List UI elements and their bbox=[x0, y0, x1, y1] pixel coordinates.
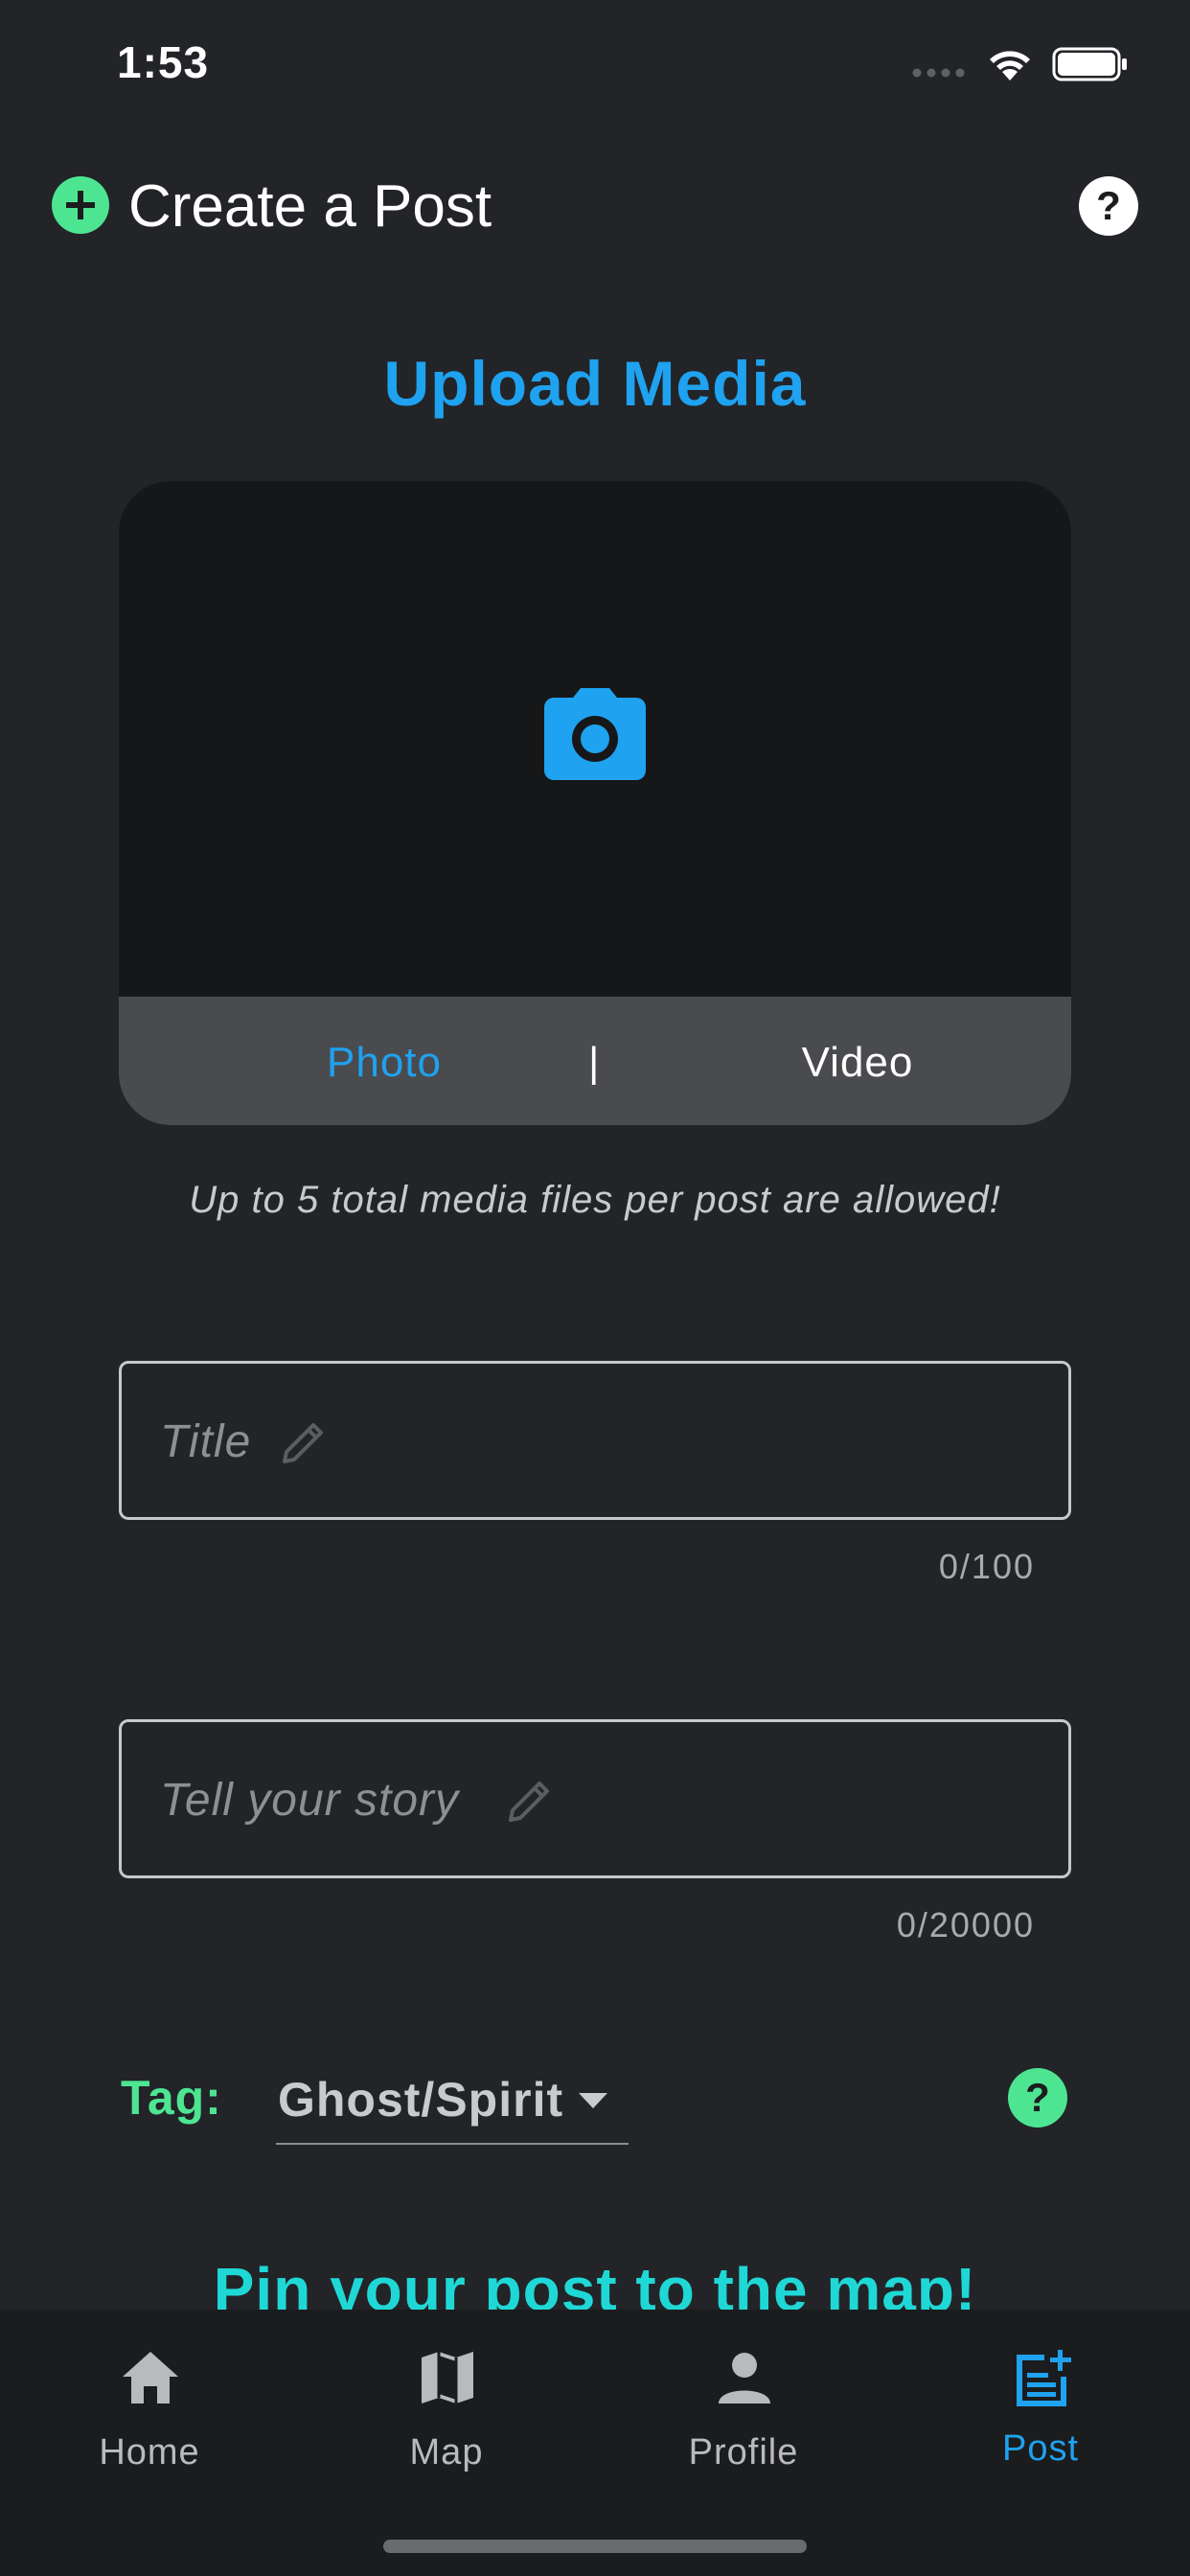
tag-help-icon[interactable]: ? bbox=[1008, 2068, 1067, 2128]
title-placeholder: Title bbox=[160, 1416, 252, 1467]
nav-profile-label: Profile bbox=[688, 2432, 799, 2472]
home-indicator[interactable] bbox=[383, 2540, 807, 2553]
story-placeholder: Tell your story bbox=[160, 1775, 459, 1826]
tag-label: Tag: bbox=[121, 2071, 222, 2125]
tab-video[interactable]: Video bbox=[767, 1039, 949, 1087]
person-icon bbox=[719, 2353, 770, 2404]
svg-text:?: ? bbox=[1025, 2075, 1050, 2120]
media-upload-card[interactable]: Photo | Video bbox=[119, 481, 1071, 1125]
page-title: Create a Post bbox=[128, 173, 492, 240]
map-icon bbox=[422, 2352, 473, 2404]
help-icon[interactable]: ? bbox=[1079, 176, 1138, 236]
camera-icon[interactable] bbox=[544, 688, 646, 780]
post-add-icon bbox=[1017, 2350, 1071, 2406]
story-char-counter: 0/20000 bbox=[896, 1905, 1035, 1944]
bottom-tab-bar: Home Map Profile Post bbox=[0, 2310, 1190, 2576]
nav-home-label: Home bbox=[99, 2432, 200, 2472]
upload-media-title: Upload Media bbox=[383, 348, 807, 419]
svg-text:?: ? bbox=[1096, 183, 1121, 228]
pencil-icon bbox=[509, 1782, 549, 1822]
nav-post[interactable]: Post bbox=[935, 2333, 1146, 2486]
tag-selected-value: Ghost/Spirit bbox=[278, 2073, 564, 2127]
wifi-icon bbox=[990, 51, 1030, 80]
tab-photo[interactable]: Photo bbox=[293, 1039, 475, 1087]
title-input[interactable]: Title bbox=[119, 1361, 1071, 1520]
story-input[interactable]: Tell your story bbox=[119, 1719, 1071, 1878]
nav-home[interactable]: Home bbox=[44, 2333, 255, 2486]
nav-map[interactable]: Map bbox=[341, 2333, 552, 2486]
home-icon bbox=[123, 2352, 178, 2404]
battery-icon bbox=[1052, 47, 1127, 81]
pencil-icon bbox=[283, 1423, 323, 1463]
tag-dropdown[interactable]: Ghost/Spirit bbox=[276, 2062, 629, 2145]
cellular-signal-icon bbox=[912, 68, 965, 78]
nav-map-label: Map bbox=[409, 2432, 484, 2472]
nav-profile[interactable]: Profile bbox=[638, 2333, 849, 2486]
nav-post-label: Post bbox=[1001, 2428, 1080, 2469]
title-char-counter: 0/100 bbox=[938, 1547, 1035, 1586]
add-circle-icon bbox=[52, 176, 109, 234]
dropdown-arrow-icon bbox=[579, 2093, 607, 2108]
media-type-tabs: Photo | Video bbox=[119, 997, 1071, 1125]
tab-divider: | bbox=[588, 1039, 600, 1086]
media-limit-note: Up to 5 total media files per post are a… bbox=[189, 1179, 1001, 1221]
status-time: 1:53 bbox=[117, 37, 210, 87]
